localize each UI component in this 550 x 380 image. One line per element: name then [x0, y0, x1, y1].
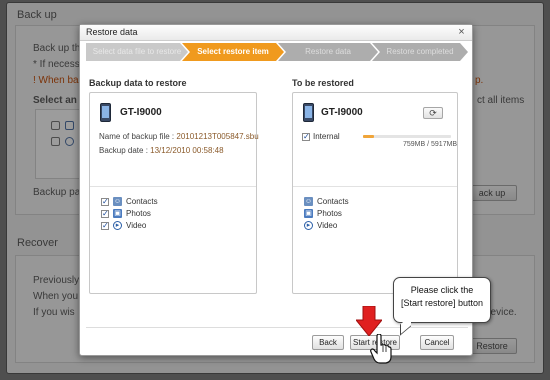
phone-icon: [100, 103, 111, 122]
wizard-steps: Select data file to restore Select resto…: [86, 43, 468, 61]
step-restore-data: Restore data: [278, 43, 378, 61]
dialog-title: Restore data: [86, 27, 138, 37]
internal-label: Internal: [313, 132, 340, 141]
backup-data-title: Backup data to restore: [89, 78, 187, 88]
close-icon[interactable]: ×: [455, 26, 468, 39]
video-checkbox[interactable]: ✓: [101, 222, 109, 230]
internal-checkbox[interactable]: ✓: [302, 133, 310, 141]
step-select-item: Select restore item: [182, 43, 284, 61]
backup-date-label: Backup date :: [99, 146, 151, 155]
to-be-restored-title: To be restored: [292, 78, 354, 88]
photos-label: Photos: [126, 209, 151, 218]
step-restore-completed: Restore completed: [372, 43, 468, 61]
photos-icon: ▣: [304, 209, 313, 218]
video-icon: ▸: [304, 221, 313, 230]
tooltip-line-2: [Start restore] button: [400, 298, 484, 308]
contacts-checkbox[interactable]: ✓: [101, 198, 109, 206]
hand-cursor-icon: [370, 334, 392, 364]
instruction-tooltip: Please click the [Start restore] button: [393, 277, 491, 323]
photos-icon: ▣: [113, 209, 122, 218]
to-be-restored-pane: GT-I9000 ⟳ ✓ Internal 759MB / 5917MB ☺ C…: [292, 92, 458, 294]
backup-file-name: Name of backup file : 20101213T005847.sb…: [99, 132, 259, 141]
device-model: GT-I9000: [120, 107, 162, 118]
divider: [90, 186, 256, 187]
video-label: Video: [317, 221, 338, 230]
photos-label: Photos: [317, 209, 342, 218]
pointer-arrow-icon: [356, 306, 382, 336]
cancel-button[interactable]: Cancel: [420, 335, 454, 350]
storage-size: 759MB / 5917MB: [403, 141, 458, 148]
video-icon: ▸: [113, 221, 122, 230]
divider: [293, 186, 457, 187]
tooltip-line-1: Please click the: [410, 285, 474, 295]
device-model: GT-I9000: [321, 107, 363, 118]
contacts-icon: ☺: [113, 197, 122, 206]
footer-divider: [86, 327, 468, 328]
refresh-icon[interactable]: ⟳: [423, 107, 443, 119]
photos-checkbox[interactable]: ✓: [101, 210, 109, 218]
dialog-titlebar: Restore data ×: [80, 25, 472, 41]
backup-date: Backup date : 13/12/2010 00:58:48: [99, 146, 224, 155]
backup-file-label: Name of backup file :: [99, 132, 177, 141]
video-label: Video: [126, 221, 147, 230]
backup-date-value: 13/12/2010 00:58:48: [150, 146, 224, 155]
back-button[interactable]: Back: [312, 335, 344, 350]
storage-bar: [363, 135, 451, 138]
storage-bar-fill: [363, 135, 375, 138]
step-select-file: Select data file to restore: [86, 43, 188, 61]
backup-file-value: 20101213T005847.sbu: [176, 132, 259, 141]
backup-data-pane: GT-I9000 Name of backup file : 20101213T…: [89, 92, 259, 294]
phone-icon: [303, 103, 314, 122]
contacts-label: Contacts: [126, 197, 158, 206]
contacts-icon: ☺: [304, 197, 313, 206]
contacts-label: Contacts: [317, 197, 349, 206]
